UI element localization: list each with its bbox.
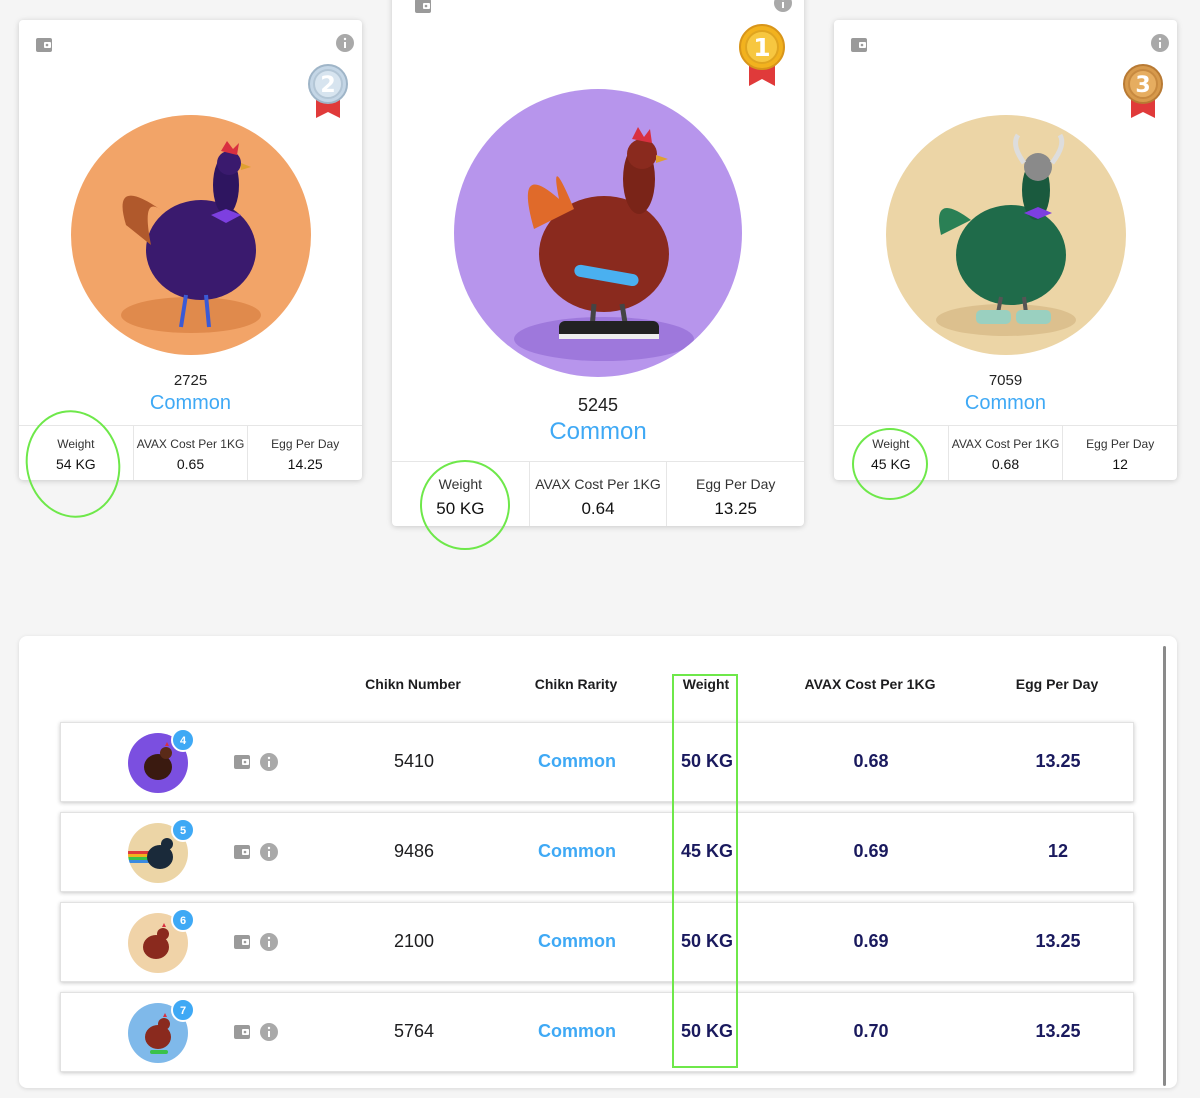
leaderboard-table: Chikn Number Chikn Rarity Weight AVAX Co… (19, 636, 1177, 1088)
stat-value: 0.64 (581, 499, 615, 518)
stat-label: AVAX Cost Per 1KG (535, 476, 661, 492)
wallet-icon[interactable] (414, 0, 432, 14)
info-icon[interactable] (774, 0, 792, 12)
card-stats: Weight 50 KG AVAX Cost Per 1KG 0.64 Egg Pe… (392, 461, 804, 526)
card-stats: Weight 45 KG AVAX Cost Per 1KG 0.68 Egg Pe… (834, 425, 1177, 480)
stat-value: 12 (1112, 456, 1128, 472)
leaderboard-card-rank-3[interactable]: 3 7059 Common Weight 45 KG AVAX Cost Per … (834, 20, 1177, 480)
chikn-image (454, 89, 742, 377)
chikn-image (71, 115, 311, 355)
stat-egg-per-day: Egg Per Day 12 (1063, 426, 1177, 480)
chikn-number: 7059 (988, 372, 1023, 389)
stat-label: Weight (57, 437, 95, 451)
stat-value: 45 KG (870, 456, 911, 472)
stat-value: 0.65 (176, 456, 205, 472)
stat-avax-cost: AVAX Cost Per 1KG 0.64 (530, 462, 668, 526)
cell-egg-per-day: 12 (1047, 841, 1069, 861)
table-row[interactable]: 7 5764 Common 50 KG 0.70 13.25 (60, 992, 1134, 1072)
chikn-image (886, 115, 1126, 355)
cell-avax-cost: 0.68 (853, 751, 889, 771)
leaderboard-card-rank-2[interactable]: 2 2725 Common Weight 54 KG AVAX Cost Per … (19, 20, 362, 480)
medal-rank-label: 1 (753, 33, 770, 62)
stat-label: Weight (872, 437, 910, 451)
stat-label: Egg Per Day (695, 476, 776, 492)
header-egg-per-day[interactable]: Egg Per Day (957, 676, 1157, 692)
chikn-rarity: Common (964, 392, 1047, 414)
stat-value: 50 KG (436, 499, 485, 518)
scrollbar[interactable] (1163, 646, 1166, 1086)
rank-badge: 5 (171, 818, 195, 842)
stat-egg-per-day: Egg Per Day 14.25 (248, 426, 362, 480)
cell-egg-per-day: 13.25 (1035, 931, 1081, 951)
stat-label: Weight (438, 476, 482, 492)
stat-value: 13.25 (714, 499, 757, 518)
table-row[interactable]: 4 5410 Common 50 KG 0.68 13.25 (60, 722, 1134, 802)
info-icon[interactable] (260, 753, 278, 771)
info-icon[interactable] (260, 843, 278, 861)
cell-avax-cost: 0.70 (853, 1021, 889, 1041)
silver-medal-icon: 2 (308, 64, 348, 118)
info-icon[interactable] (260, 1023, 278, 1041)
cell-avax-cost: 0.69 (853, 841, 889, 861)
card-stats: Weight 54 KG AVAX Cost Per 1KG 0.65 Egg Pe… (19, 425, 362, 480)
leaderboard-card-rank-1[interactable]: 1 5245 Common Weight 50 KG AVAX Cost Per … (392, 0, 804, 526)
rank-badge: 7 (171, 998, 195, 1022)
info-icon[interactable] (260, 933, 278, 951)
info-icon[interactable] (1151, 34, 1169, 52)
stat-label: AVAX Cost Per 1KG (951, 437, 1060, 451)
stat-value: 0.68 (991, 456, 1020, 472)
stat-label: AVAX Cost Per 1KG (136, 437, 245, 451)
chikn-number: 5245 (577, 395, 619, 415)
stat-weight: Weight 45 KG (834, 426, 949, 480)
chikn-number: 2725 (173, 372, 208, 389)
wallet-icon[interactable] (233, 754, 251, 770)
cell-egg-per-day: 13.25 (1035, 751, 1081, 771)
cell-egg-per-day: 13.25 (1035, 1021, 1081, 1041)
stat-weight: Weight 50 KG (392, 462, 530, 526)
table-row[interactable]: 5 9486 Common 45 KG 0.69 12 (60, 812, 1134, 892)
stat-value: 54 KG (55, 456, 96, 472)
wallet-icon[interactable] (233, 1024, 251, 1040)
header-avax-cost[interactable]: AVAX Cost Per 1KG (770, 676, 970, 692)
wallet-icon[interactable] (35, 37, 53, 53)
table-row[interactable]: 6 2100 Common 50 KG 0.69 13.25 (60, 902, 1134, 982)
medal-rank-label: 3 (1135, 73, 1150, 98)
stat-avax-cost: AVAX Cost Per 1KG 0.68 (949, 426, 1064, 480)
bronze-medal-icon: 3 (1123, 64, 1163, 118)
gold-medal-icon: 1 (739, 24, 785, 86)
rank-badge: 6 (171, 908, 195, 932)
info-icon[interactable] (336, 34, 354, 52)
stat-weight: Weight 54 KG (19, 426, 134, 480)
stat-label: Egg Per Day (1086, 437, 1155, 451)
wallet-icon[interactable] (233, 844, 251, 860)
stat-value: 14.25 (287, 456, 323, 472)
rank-badge: 4 (171, 728, 195, 752)
cell-avax-cost: 0.69 (853, 931, 889, 951)
wallet-icon[interactable] (850, 37, 868, 53)
chikn-rarity: Common (549, 418, 647, 445)
medal-rank-label: 2 (320, 73, 335, 98)
stat-egg-per-day: Egg Per Day 13.25 (667, 462, 804, 526)
chikn-rarity: Common (149, 392, 232, 414)
wallet-icon[interactable] (233, 934, 251, 950)
stat-avax-cost: AVAX Cost Per 1KG 0.65 (134, 426, 249, 480)
stat-label: Egg Per Day (271, 437, 340, 451)
